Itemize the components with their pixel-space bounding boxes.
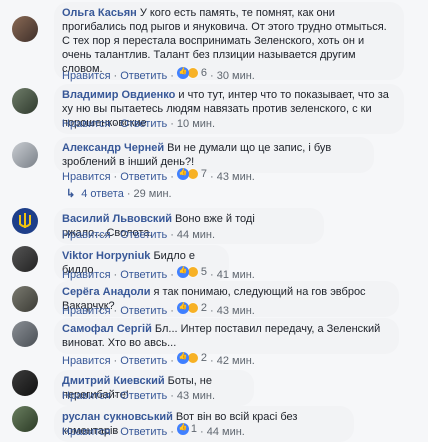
author-link[interactable]: руслан сукновський [62, 411, 173, 423]
replies-time: 29 мин. [133, 188, 172, 200]
reaction-count: 2 [200, 352, 208, 364]
like-button[interactable]: Нравится [62, 269, 111, 281]
comment-actions: Нравится·Ответить· 2·42 мин. [62, 352, 255, 367]
author-link[interactable]: Владимир Овдиенко [62, 89, 175, 101]
avatar[interactable] [12, 246, 38, 272]
like-icon [176, 423, 189, 435]
reactions[interactable]: 2 [176, 352, 208, 364]
author-link[interactable]: Ольга Касьян [62, 7, 137, 19]
reply-button[interactable]: Ответить [120, 269, 167, 281]
comment-actions: Нравится·Ответить· 2·43 мин. [62, 302, 255, 317]
reply-button[interactable]: Ответить [120, 390, 167, 402]
reaction-count: 1 [190, 423, 198, 435]
timestamp[interactable]: 41 мин. [217, 269, 255, 281]
comment-bubble: Самофал Сергій Бл... Интер поставил перед… [54, 318, 399, 354]
reactions[interactable]: 2 [176, 302, 208, 314]
like-icon [176, 67, 189, 79]
avatar[interactable] [12, 370, 38, 396]
timestamp[interactable]: 43 мин. [217, 171, 255, 183]
comment-actions: Нравится · Ответить · 44 мин. [62, 229, 216, 241]
author-link[interactable]: Александр Черней [62, 142, 164, 154]
comment-actions: Нравится · Ответить · 10 мин. [62, 118, 216, 130]
like-button[interactable]: Нравится [62, 355, 111, 367]
timestamp[interactable]: 30 мин. [217, 70, 255, 82]
reply-button[interactable]: Ответить [120, 229, 167, 241]
like-button[interactable]: Нравится [62, 426, 111, 438]
author-link[interactable]: Самофал Сергій [62, 323, 152, 335]
reactions[interactable]: 7 [176, 168, 208, 180]
author-link[interactable]: Серёга Анадоли [62, 286, 151, 298]
reply-button[interactable]: Ответить [120, 355, 167, 367]
avatar[interactable] [12, 286, 38, 312]
like-button[interactable]: Нравится [62, 171, 111, 183]
avatar[interactable] [12, 16, 38, 42]
avatar[interactable] [12, 142, 38, 168]
avatar[interactable] [12, 321, 38, 347]
like-icon [176, 168, 189, 180]
timestamp[interactable]: 44 мин. [177, 229, 215, 241]
reaction-count: 7 [200, 168, 208, 180]
replies-count[interactable]: 4 ответа [81, 188, 124, 200]
reactions[interactable]: 1 [176, 423, 198, 435]
like-icon [176, 302, 189, 314]
reply-button[interactable]: Ответить [120, 426, 167, 438]
like-button[interactable]: Нравится [62, 118, 111, 130]
reply-button[interactable]: Ответить [120, 118, 167, 130]
like-button[interactable]: Нравится [62, 390, 111, 402]
trident-icon [19, 213, 31, 228]
avatar[interactable] [12, 88, 38, 114]
reaction-count: 2 [200, 302, 208, 314]
reply-button[interactable]: Ответить [120, 70, 167, 82]
author-link[interactable]: Viktor Horpyniuk [62, 250, 150, 262]
comment-actions: Нравится·Ответить· 5·41 мин. [62, 266, 255, 281]
author-link[interactable]: Василий Львовский [62, 213, 172, 225]
reaction-count: 5 [200, 266, 208, 278]
reply-arrow-icon: ↳ [66, 188, 76, 200]
timestamp[interactable]: 43 мин. [177, 390, 215, 402]
comment-actions: Нравится·Ответить· 7·43 мин. [62, 168, 255, 183]
view-replies[interactable]: ↳ 4 ответа · 29 мин. [66, 187, 172, 200]
reactions[interactable]: 6 [176, 67, 208, 79]
avatar[interactable] [12, 406, 38, 432]
author-link[interactable]: Дмитрий Киевский [62, 375, 165, 387]
reply-button[interactable]: Ответить [120, 305, 167, 317]
timestamp[interactable]: 43 мин. [217, 305, 255, 317]
reaction-count: 6 [200, 67, 208, 79]
comment-actions: Нравится · Ответить · 43 мин. [62, 390, 216, 402]
reply-button[interactable]: Ответить [120, 171, 167, 183]
timestamp[interactable]: 44 мин. [207, 426, 245, 438]
comment-actions: Нравится·Ответить· 6·30 мин. [62, 67, 255, 82]
timestamp[interactable]: 42 мин. [217, 355, 255, 367]
like-button[interactable]: Нравится [62, 305, 111, 317]
like-icon [176, 352, 189, 364]
timestamp[interactable]: 10 мин. [177, 118, 215, 130]
like-button[interactable]: Нравится [62, 229, 111, 241]
reactions[interactable]: 5 [176, 266, 208, 278]
avatar[interactable] [12, 208, 38, 234]
like-icon [176, 266, 189, 278]
like-button[interactable]: Нравится [62, 70, 111, 82]
